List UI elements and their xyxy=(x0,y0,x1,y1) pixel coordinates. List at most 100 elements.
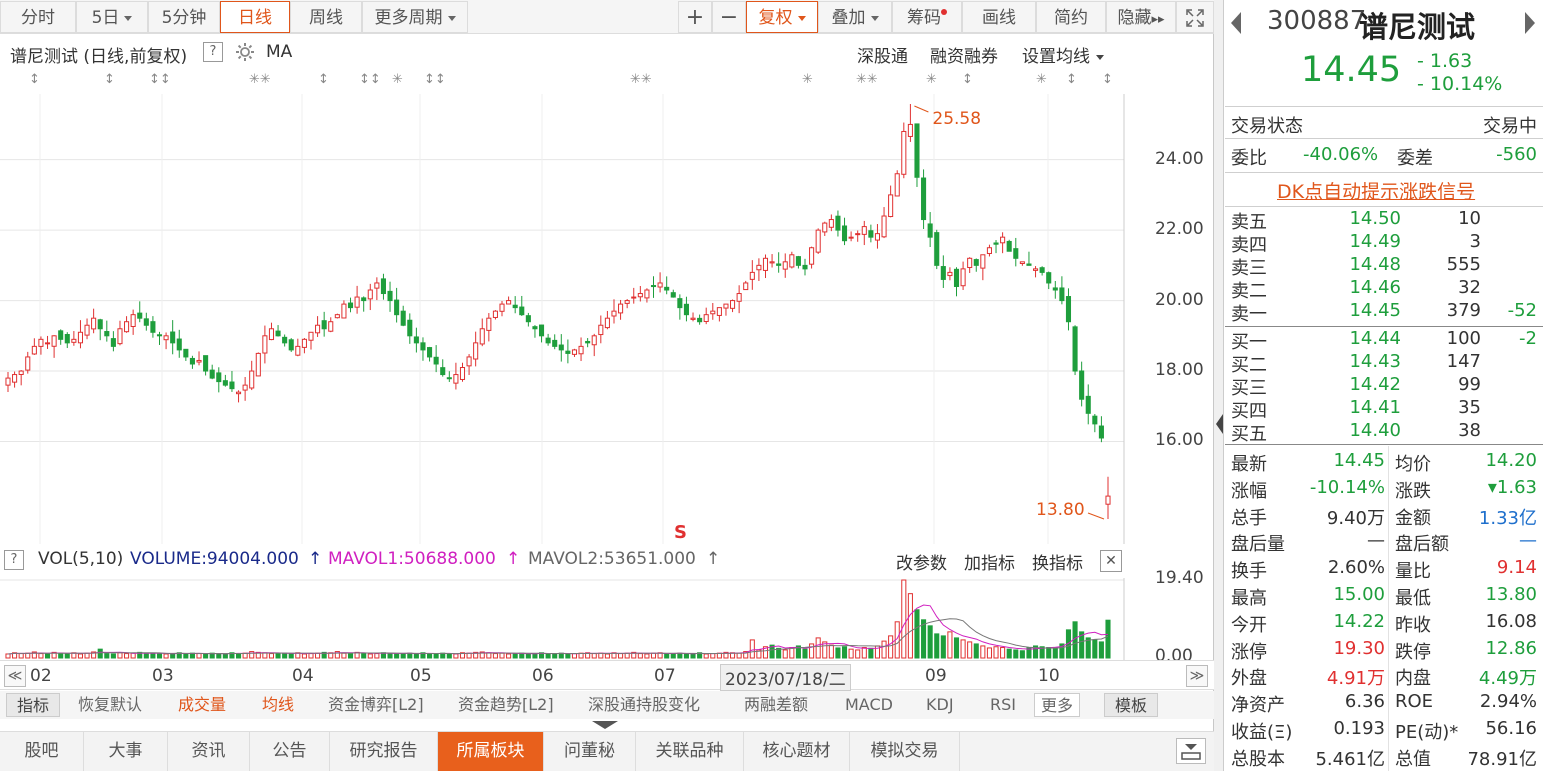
candle xyxy=(499,303,505,312)
simple-mode-button[interactable]: 简约 xyxy=(1036,1,1106,33)
stat-value: 2.94% xyxy=(1479,691,1537,713)
tab-related[interactable]: 关联品种 xyxy=(636,732,744,771)
volume-chart[interactable] xyxy=(0,578,1214,660)
scroll-right-button[interactable]: ≫ xyxy=(1186,665,1208,687)
candle xyxy=(914,123,920,178)
divider xyxy=(1225,138,1543,139)
volume-bar xyxy=(5,653,11,659)
event-marker-icon[interactable]: ↕ xyxy=(962,72,973,87)
next-stock-icon[interactable] xyxy=(1525,12,1535,34)
stat-value: — xyxy=(1367,530,1385,552)
tab-research-reports[interactable]: 研究报告 xyxy=(330,732,438,771)
tab-sectors[interactable]: 所属板块 xyxy=(438,732,544,771)
candle xyxy=(637,293,643,298)
fuquan-dropdown[interactable]: 复权 xyxy=(746,1,818,33)
overlay-dropdown[interactable]: 叠加 xyxy=(818,1,892,33)
sell-signal-marker[interactable]: S xyxy=(674,522,687,543)
shengutong-link[interactable]: 深股通 xyxy=(857,42,908,67)
hide-button[interactable]: 隐藏▸▸ xyxy=(1106,1,1176,33)
indicator-capital-trend[interactable]: 资金趋势[L2] xyxy=(458,693,554,717)
tab-ask-secretary[interactable]: 问董秘 xyxy=(544,732,636,771)
indicator-kdj[interactable]: KDJ xyxy=(926,693,954,717)
indicator-tab[interactable]: 指标 xyxy=(6,693,61,717)
period-tab-5day[interactable]: 5日 xyxy=(76,1,148,33)
indicator-volume[interactable]: 成交量 xyxy=(178,693,226,717)
tab-simulated-trading[interactable]: 模拟交易 xyxy=(850,732,960,771)
event-marker-icon[interactable]: ✳✳ xyxy=(856,72,878,87)
event-marker-icon[interactable]: ✳ xyxy=(926,72,937,87)
volume-bar xyxy=(196,653,202,659)
stat-row: 涨幅 -10.14% 涨跌 ▾1.63 xyxy=(1225,477,1543,503)
help-button[interactable]: ? xyxy=(203,42,223,62)
period-tab-weekly[interactable]: 周线 xyxy=(290,1,362,33)
chip-button[interactable]: 筹码 xyxy=(892,1,962,33)
zoom-out-button[interactable]: − xyxy=(712,1,746,33)
candle xyxy=(31,345,37,355)
collapse-panel-button[interactable] xyxy=(1176,738,1206,764)
tab-announcements[interactable]: 公告 xyxy=(250,732,330,771)
vol-indicator-name: VOL(5,10) xyxy=(38,549,124,569)
volume-bar xyxy=(367,653,373,659)
period-tab-daily[interactable]: 日线 xyxy=(220,1,290,33)
period-tab-5min[interactable]: 5分钟 xyxy=(148,1,220,33)
event-marker-icon[interactable]: ↕ xyxy=(29,72,40,87)
period-tab-more[interactable]: 更多周期 xyxy=(362,1,468,33)
template-button[interactable]: 模板 xyxy=(1104,693,1159,717)
candle xyxy=(776,263,782,266)
event-marker-icon[interactable]: ↕↕ xyxy=(359,72,381,87)
event-marker-icon[interactable]: ✳ xyxy=(392,72,403,87)
scroll-left-button[interactable]: ≪ xyxy=(4,665,26,687)
candle xyxy=(341,303,347,319)
indicator-rsi[interactable]: RSI xyxy=(990,693,1016,717)
event-marker-icon[interactable]: ↕ xyxy=(1102,72,1113,87)
event-marker-icon[interactable]: ✳ xyxy=(802,72,813,87)
indicator-margin-diff[interactable]: 两融差额 xyxy=(744,693,808,717)
event-marker-icon[interactable]: ↕ xyxy=(318,72,329,87)
indicator-macd[interactable]: MACD xyxy=(845,693,893,717)
event-marker-icon[interactable]: ✳✳ xyxy=(630,72,652,87)
event-marker-icon[interactable]: ✳ xyxy=(1036,72,1047,87)
stock-chart-app: 分时 5日 5分钟 日线 周线 更多周期 + − 复权 叠加 筹码 画线 简约 … xyxy=(0,0,1543,771)
draw-line-button[interactable]: 画线 xyxy=(962,1,1036,33)
tab-news[interactable]: 资讯 xyxy=(168,732,250,771)
edit-params-link[interactable]: 改参数 xyxy=(896,549,947,574)
volume-help-button[interactable]: ? xyxy=(4,550,24,570)
fullscreen-button[interactable] xyxy=(1176,1,1214,33)
price-change-pct: - 10.14% xyxy=(1417,73,1503,95)
panel-splitter[interactable] xyxy=(1214,0,1224,771)
price-tick-label: 22.00 xyxy=(1155,219,1204,240)
stat-value: 56.16 xyxy=(1485,718,1537,739)
period-tab-fenshi[interactable]: 分时 xyxy=(0,1,76,33)
indicator-shengutong-holding[interactable]: 深股通持股变化 xyxy=(588,693,700,717)
tab-events[interactable]: 大事 xyxy=(84,732,168,771)
simple-mode-label: 简约 xyxy=(1054,8,1088,28)
volume-bar xyxy=(881,640,887,659)
tab-core-themes[interactable]: 核心题材 xyxy=(744,732,850,771)
event-marker-icon[interactable]: ↕↕ xyxy=(424,72,446,87)
volume-bar xyxy=(980,645,986,659)
more-indicators-button[interactable]: 更多 xyxy=(1034,693,1081,717)
zoom-in-button[interactable]: + xyxy=(678,1,712,33)
margin-trading-link[interactable]: 融资融券 xyxy=(930,42,998,67)
dk-signal-link[interactable]: DK点自动提示涨跌信号 xyxy=(1277,177,1475,204)
prev-stock-icon[interactable] xyxy=(1231,12,1241,34)
date-scroll-bar[interactable]: ≪ 02 03 04 05 06 07 2023/07/18/二 09 10 ≫ xyxy=(0,660,1214,691)
indicator-capital-game[interactable]: 资金博弈[L2] xyxy=(328,693,424,717)
resize-handle-icon[interactable] xyxy=(590,719,620,731)
candle xyxy=(328,321,334,332)
event-marker-icon[interactable]: ↕ xyxy=(1066,72,1077,87)
tab-guba[interactable]: 股吧 xyxy=(0,732,84,771)
set-ma-dropdown[interactable]: 设置均线 xyxy=(1022,42,1104,67)
close-icon[interactable]: ✕ xyxy=(1100,550,1122,572)
event-marker-icon[interactable]: ↕↕ xyxy=(149,72,171,87)
change-indicator-link[interactable]: 换指标 xyxy=(1032,549,1083,574)
add-indicator-link[interactable]: 加指标 xyxy=(964,549,1015,574)
restore-default-button[interactable]: 恢复默认 xyxy=(78,693,142,717)
indicator-ma[interactable]: 均线 xyxy=(262,693,294,717)
event-marker-icon[interactable]: ↕ xyxy=(104,72,115,87)
notification-dot-icon xyxy=(941,9,947,15)
event-marker-icon[interactable]: ✳✳ xyxy=(249,72,271,87)
candle xyxy=(124,321,130,333)
settings-button[interactable] xyxy=(234,41,256,68)
price-chart[interactable]: 25.58 13.80 S xyxy=(0,94,1214,544)
